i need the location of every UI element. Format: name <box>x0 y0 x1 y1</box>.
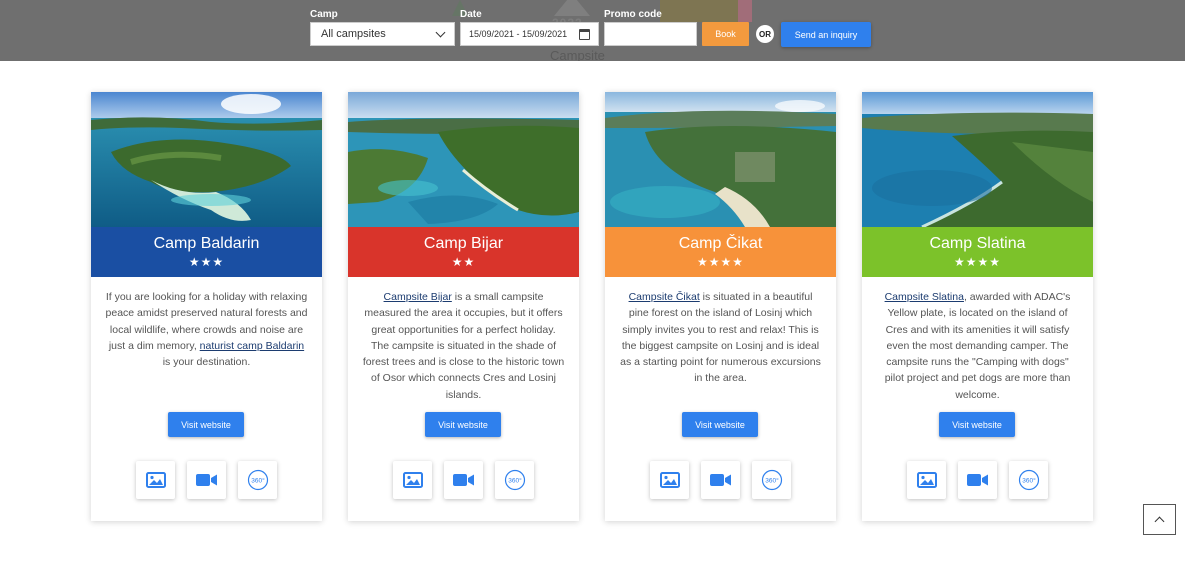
background-logo-word: Campsite <box>550 48 605 61</box>
camp-name: Camp Slatina <box>929 235 1026 252</box>
360-icon: 360° <box>1018 469 1039 491</box>
scroll-to-top-button[interactable] <box>1143 504 1176 535</box>
video-icon <box>452 474 474 486</box>
camp-card-bijar: Camp Bijar ★★ Campsite Bijar is a small … <box>348 92 579 521</box>
camp-select-value: All campsites <box>321 28 386 40</box>
gallery-button[interactable] <box>907 461 946 499</box>
tour-360-button[interactable]: 360° <box>752 461 791 499</box>
description-text: is situated in a beautiful pine forest o… <box>620 291 821 385</box>
video-button[interactable] <box>187 461 226 499</box>
send-inquiry-button[interactable]: Send an inquiry <box>781 22 871 47</box>
camp-photo[interactable] <box>348 92 579 227</box>
tour-360-button[interactable]: 360° <box>238 461 277 499</box>
date-field-label: Date <box>460 9 482 20</box>
video-icon <box>195 474 217 486</box>
star-rating: ★★★★ <box>696 255 745 269</box>
camp-description: If you are looking for a holiday with re… <box>105 289 308 370</box>
camp-name: Camp Baldarin <box>153 235 260 252</box>
camp-name-band: Camp Bijar ★★ <box>348 227 579 277</box>
star-rating: ★★ <box>451 255 476 269</box>
booking-bar: 2022 Campsite Camp All campsites Date 15… <box>0 0 1185 61</box>
camp-link[interactable]: Campsite Slatina <box>885 291 964 303</box>
calendar-icon[interactable] <box>579 28 590 40</box>
tent-logo-graphic <box>554 0 590 16</box>
camp-photo[interactable] <box>605 92 836 227</box>
description-text: is a small campsite measured the area it… <box>362 291 565 401</box>
camp-link[interactable]: Campsite Bijar <box>384 291 452 303</box>
camp-photo[interactable] <box>91 92 322 227</box>
camp-description: Campsite Čikat is situated in a beautifu… <box>619 289 822 387</box>
camp-description: Campsite Bijar is a small campsite measu… <box>362 289 565 403</box>
camp-name: Camp Bijar <box>423 235 504 252</box>
visit-website-button[interactable]: Visit website <box>682 412 758 437</box>
svg-text:360°: 360° <box>765 477 779 485</box>
360-icon: 360° <box>247 469 268 491</box>
description-text: , awarded with ADAC's Yellow plate, is l… <box>884 291 1071 401</box>
camp-description: Campsite Slatina, awarded with ADAC's Ye… <box>876 289 1079 403</box>
camp-card-slatina: Camp Slatina ★★★★ Campsite Slatina, awar… <box>862 92 1093 521</box>
camp-card-cikat: Camp Čikat ★★★★ Campsite Čikat is situat… <box>605 92 836 521</box>
tour-360-button[interactable]: 360° <box>495 461 534 499</box>
tour-360-button[interactable]: 360° <box>1009 461 1048 499</box>
gallery-button[interactable] <box>136 461 175 499</box>
camp-name-band: Camp Čikat ★★★★ <box>605 227 836 277</box>
image-icon <box>916 472 937 488</box>
svg-text:360°: 360° <box>251 477 265 485</box>
video-button[interactable] <box>701 461 740 499</box>
star-rating: ★★★ <box>188 255 225 269</box>
camp-card-baldarin: Camp Baldarin ★★★ If you are looking for… <box>91 92 322 521</box>
promo-field-label: Promo code <box>604 9 662 20</box>
video-icon <box>709 474 731 486</box>
visit-website-button[interactable]: Visit website <box>939 412 1015 437</box>
date-range-value: 15/09/2021 - 15/09/2021 <box>469 29 568 39</box>
svg-text:360°: 360° <box>1022 477 1036 485</box>
image-icon <box>402 472 423 488</box>
video-button[interactable] <box>444 461 483 499</box>
svg-text:360°: 360° <box>508 477 522 485</box>
camp-link[interactable]: Campsite Čikat <box>629 291 700 303</box>
description-text: is your destination. <box>162 356 251 369</box>
360-icon: 360° <box>761 469 782 491</box>
video-icon <box>966 474 988 486</box>
background-award-badge-secondary <box>738 0 752 22</box>
visit-website-button[interactable]: Visit website <box>168 412 244 437</box>
image-icon <box>145 472 166 488</box>
book-button[interactable]: Book <box>702 22 749 46</box>
promo-code-input[interactable] <box>604 22 697 46</box>
camp-name-band: Camp Baldarin ★★★ <box>91 227 322 277</box>
camp-field-label: Camp <box>310 9 338 20</box>
image-icon <box>659 472 680 488</box>
chevron-up-icon <box>1154 516 1165 526</box>
star-rating: ★★★★ <box>953 255 1002 269</box>
camp-photo[interactable] <box>862 92 1093 227</box>
gallery-button[interactable] <box>393 461 432 499</box>
video-button[interactable] <box>958 461 997 499</box>
visit-website-button[interactable]: Visit website <box>425 412 501 437</box>
camp-select[interactable]: All campsites <box>310 22 455 46</box>
or-separator: OR <box>756 25 774 43</box>
camp-name-band: Camp Slatina ★★★★ <box>862 227 1093 277</box>
camp-name: Camp Čikat <box>678 235 763 252</box>
camp-link[interactable]: naturist camp Baldarin <box>200 340 304 352</box>
360-icon: 360° <box>504 469 525 491</box>
chevron-down-icon <box>435 27 446 37</box>
date-range-input[interactable]: 15/09/2021 - 15/09/2021 <box>460 22 599 46</box>
gallery-button[interactable] <box>650 461 689 499</box>
